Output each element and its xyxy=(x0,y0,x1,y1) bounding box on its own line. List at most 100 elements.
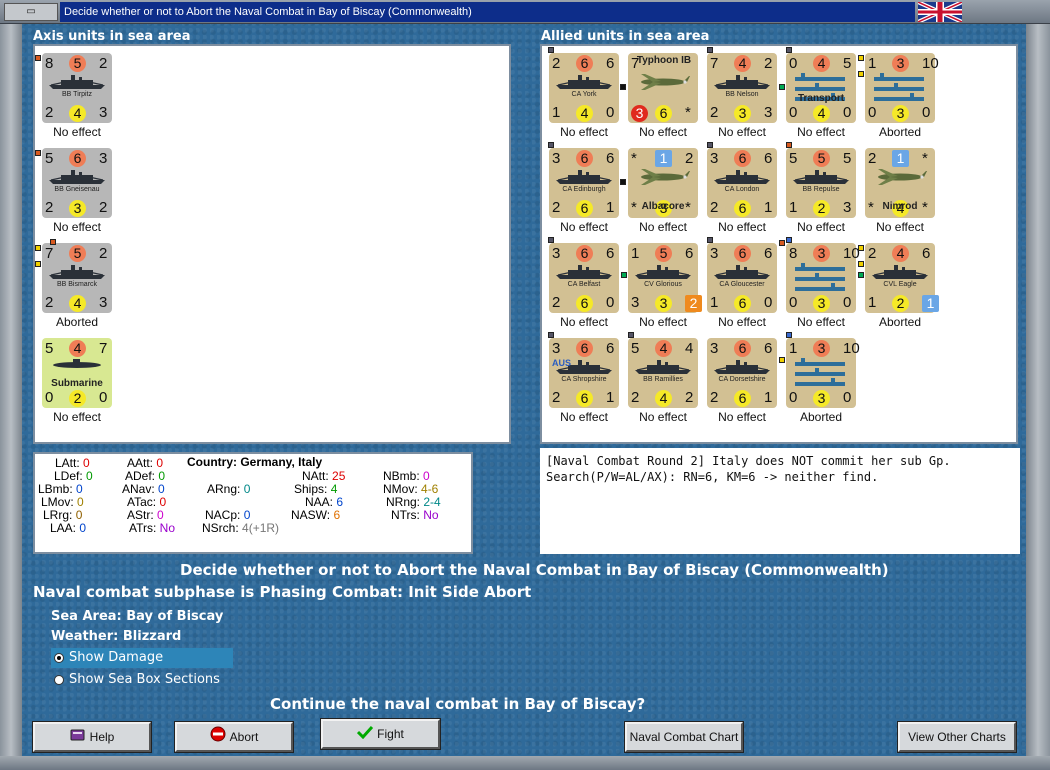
allied-counter[interactable]: 5 4 4 2 4 2 BB Ramillies xyxy=(628,338,698,408)
stat-nsrch: NSrch: 4(+1R) xyxy=(202,521,280,535)
unit-value-tc: 1 xyxy=(892,150,909,167)
counter-marker-icon xyxy=(779,240,785,246)
axis-counter[interactable]: 5 6 3 2 3 2 BB Gneisenau xyxy=(42,148,112,218)
axis-counter[interactable]: 7 5 2 2 4 3 BB Bismarck xyxy=(42,243,112,313)
unit-value-tc: 4 xyxy=(69,340,86,357)
unit-value-tr: 3 xyxy=(99,150,108,167)
allied-counter[interactable]: 7 4 2 2 3 3 BB Nelson xyxy=(707,53,777,123)
unit-value-tc: 3 xyxy=(813,245,830,262)
counter-marker-icon xyxy=(548,142,554,148)
abort-button[interactable]: Abort xyxy=(174,721,294,753)
unit-value-bl: 2 xyxy=(45,104,54,121)
unit-value-br: * xyxy=(685,104,691,121)
axis-counter[interactable]: 5 4 7 0 2 0 Submarine xyxy=(42,338,112,408)
unit-value-tl: 5 xyxy=(789,150,798,167)
allied-counter[interactable]: 7 3 6 * Typhoon IB xyxy=(628,53,698,123)
allied-counter[interactable]: 1 3 10 0 3 0 xyxy=(865,53,939,123)
allied-counter[interactable]: 5 5 5 1 2 3 BB Repulse xyxy=(786,148,856,218)
stat-ldef: LDef: 0 xyxy=(54,469,93,483)
allied-counter[interactable]: 3 6 6 2 6 0 CA Belfast xyxy=(549,243,619,313)
country-stats-panel: LAtt: 0 LDef: 0 LBmb: 0 LMov: 0 LRrg: 0 … xyxy=(33,452,473,554)
allied-counter[interactable]: 1 5 6 3 3 2 CV Glorious xyxy=(628,243,702,313)
show-sea-box-sections-radio[interactable]: Show Sea Box Sections xyxy=(51,670,233,690)
allied-units-label: Allied units in sea area xyxy=(541,29,710,44)
allied-counter[interactable]: 8 3 10 0 3 0 xyxy=(786,243,860,313)
allied-counter[interactable]: * 1 2 * 3 * Albacore xyxy=(628,148,698,218)
unit-value-tl: 3 xyxy=(552,245,561,262)
unit-status: No effect xyxy=(560,220,608,234)
allied-counter[interactable]: 2 6 6 1 4 0 CA York xyxy=(549,53,619,123)
unit-value-tl: 1 xyxy=(789,340,798,357)
unit-value-bl: 1 xyxy=(710,294,719,311)
unit-value-tc: 4 xyxy=(892,245,909,262)
uk-flag-icon xyxy=(918,2,962,22)
unit-value-tc: 4 xyxy=(734,55,751,72)
unit-value-tl: 1 xyxy=(868,55,877,72)
unit-value-tr: 6 xyxy=(606,340,615,357)
naval-combat-chart-button[interactable]: Naval Combat Chart xyxy=(624,721,744,753)
unit-value-br: 0 xyxy=(843,104,852,121)
unit-value-tl: 2 xyxy=(868,150,877,167)
unit-value-tr: * xyxy=(922,150,928,167)
unit-value-tc: 6 xyxy=(69,150,86,167)
unit-name: Transport xyxy=(797,93,845,104)
unit-value-tl: 3 xyxy=(710,340,719,357)
counter-marker-icon xyxy=(628,332,634,338)
counter-marker-icon xyxy=(858,272,864,278)
stat-laa: LAA: 0 xyxy=(50,521,87,535)
allied-counter[interactable]: 1 3 10 0 3 0 xyxy=(786,338,860,408)
unit-value-br: 1 xyxy=(606,199,615,216)
help-button[interactable]: Help xyxy=(32,721,152,753)
unit-value-tl: * xyxy=(631,150,637,167)
show-damage-radio[interactable]: Show Damage xyxy=(51,648,233,668)
unit-status: No effect xyxy=(797,315,845,329)
unit-status: No effect xyxy=(718,410,766,424)
unit-value-tr: 10 xyxy=(843,340,860,357)
unit-value-tr: 6 xyxy=(764,150,773,167)
unit-value-tl: 5 xyxy=(631,340,640,357)
window-menu-button[interactable]: ▭ xyxy=(4,3,58,21)
allied-counter[interactable]: 3 6 6 2 6 1 CA Edinburgh xyxy=(549,148,619,218)
unit-name: CA Belfast xyxy=(567,281,601,288)
stat-aatt: AAtt: 0 xyxy=(127,456,164,470)
axis-units-label: Axis units in sea area xyxy=(33,29,191,44)
unit-value-br: 2 xyxy=(685,389,694,406)
fight-button[interactable]: Fight xyxy=(320,718,441,750)
counter-marker-icon xyxy=(786,47,792,53)
allied-counter[interactable]: 3 6 6 1 6 0 CA Gloucester xyxy=(707,243,777,313)
unit-value-bc: 3 xyxy=(892,105,909,122)
unit-value-tl: 7 xyxy=(45,245,54,262)
counter-marker-icon xyxy=(548,332,554,338)
allied-counter[interactable]: 2 1 * * 4 * Nimrod xyxy=(865,148,935,218)
unit-status: No effect xyxy=(560,125,608,139)
unit-status: No effect xyxy=(718,315,766,329)
unit-status: No effect xyxy=(53,410,101,424)
counter-marker-icon xyxy=(620,84,626,90)
unit-value-bl: 2 xyxy=(552,389,561,406)
view-other-charts-button[interactable]: View Other Charts xyxy=(897,721,1017,753)
allied-counter[interactable]: 3 6 6 2 6 1 CA Dorsetshire xyxy=(707,338,777,408)
axis-counter[interactable]: 8 5 2 2 4 3 BB Tirpitz xyxy=(42,53,112,123)
allied-counter[interactable]: 0 4 5 0 4 0 Transport xyxy=(786,53,856,123)
unit-value-tr: 6 xyxy=(922,245,931,262)
unit-value-tr: 6 xyxy=(606,55,615,72)
unit-status: Aborted xyxy=(878,125,922,139)
allied-counter[interactable]: 3 6 6 2 6 1 CA Shropshire AUS xyxy=(549,338,619,408)
unit-name: CA London xyxy=(724,186,760,193)
allied-counter[interactable]: 2 4 6 1 2 1 CVL Eagle xyxy=(865,243,939,313)
unit-status: No effect xyxy=(876,220,924,234)
checkmark-icon xyxy=(357,722,374,748)
unit-value-bl: 1 xyxy=(789,199,798,216)
unit-value-br: 1 xyxy=(606,389,615,406)
unit-name: BB Tirpitz xyxy=(62,91,92,98)
unit-status: No effect xyxy=(639,125,687,139)
abort-label: Abort xyxy=(229,730,259,744)
stat-nmov: NMov: 4-6 xyxy=(383,482,439,496)
stat-atac: ATac: 0 xyxy=(127,495,167,509)
stat-lmov: LMov: 0 xyxy=(41,495,84,509)
allied-counter[interactable]: 3 6 6 2 6 1 CA London xyxy=(707,148,777,218)
subphase-text: Naval combat subphase is Phasing Combat:… xyxy=(33,583,532,601)
unit-value-tc: 3 xyxy=(892,55,909,72)
unit-value-tl: 3 xyxy=(710,150,719,167)
unit-value-br: 2 xyxy=(99,199,108,216)
